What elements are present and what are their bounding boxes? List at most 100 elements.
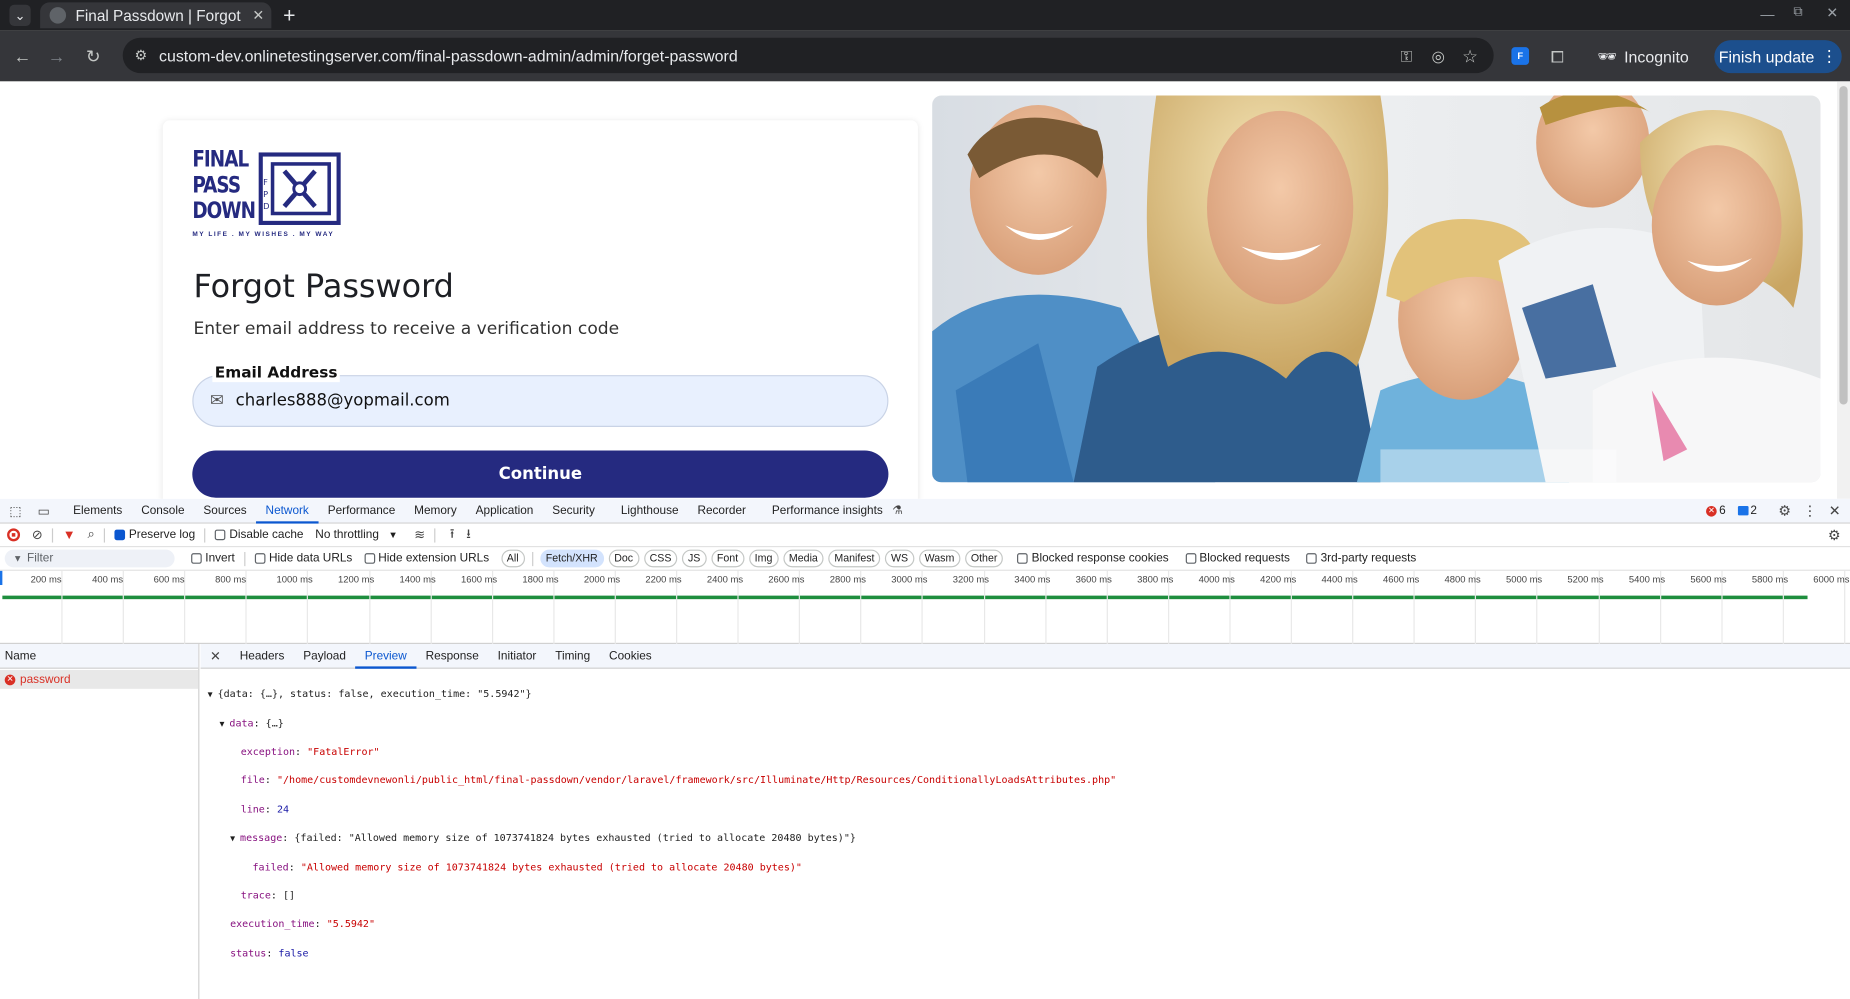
detail-tab-timing[interactable]: Timing (546, 643, 600, 668)
detail-tab-initiator[interactable]: Initiator (488, 643, 546, 668)
third-party-requests-checkbox[interactable]: 3rd-party requests (1306, 552, 1416, 565)
eye-off-icon[interactable]: ◎ (1426, 45, 1450, 69)
network-conditions-icon[interactable]: ≋ (414, 527, 425, 542)
close-window-icon[interactable]: ✕ (1826, 5, 1838, 22)
filter-input[interactable]: ▼ Filter (4, 549, 175, 568)
tab-search-chevron-icon[interactable]: ⌄ (9, 4, 31, 26)
request-row-password[interactable]: ✕ password (0, 669, 199, 689)
browser-tab[interactable]: Final Passdown | Forgot P ✕ (40, 2, 272, 29)
timeline-tick-label: 5400 ms (1628, 574, 1666, 586)
devtools-tab-performance[interactable]: Performance (318, 498, 404, 523)
throttling-select[interactable]: No throttling ▼ (315, 528, 397, 541)
preserve-log-checkbox[interactable]: Preserve log (114, 528, 195, 541)
type-filter-wasm[interactable]: Wasm (918, 549, 961, 568)
timeline-tick-label: 800 ms (215, 574, 247, 586)
type-filter-all[interactable]: All (500, 549, 525, 568)
message-summary: {failed: "Allowed memory size of 1073741… (294, 832, 856, 845)
logo-tagline: MY LIFE . MY WISHES . MY WAY (192, 231, 335, 239)
back-icon[interactable]: ← (11, 45, 35, 69)
detail-tab-response[interactable]: Response (416, 643, 488, 668)
invert-checkbox[interactable]: Invert (191, 552, 235, 565)
inspect-element-icon[interactable]: ⬚ (0, 503, 31, 518)
close-devtools-icon[interactable]: ✕ (1829, 502, 1841, 519)
clear-icon[interactable]: ⊘ (32, 527, 43, 542)
more-options-icon[interactable]: ⋮ (1803, 502, 1817, 519)
type-filter-doc[interactable]: Doc (608, 549, 639, 568)
disable-cache-checkbox[interactable]: Disable cache (215, 528, 303, 541)
type-filter-other[interactable]: Other (964, 549, 1004, 568)
devtools-tab-elements[interactable]: Elements (64, 498, 132, 523)
extensions-puzzle-icon[interactable]: ⧠ (1546, 45, 1570, 69)
root-summary: {data: {…}, status: false, execution_tim… (217, 689, 532, 701)
forward-icon[interactable]: → (45, 45, 69, 69)
hide-data-urls-checkbox[interactable]: Hide data URLs (254, 552, 352, 565)
continue-button[interactable]: Continue (192, 450, 889, 498)
settings-gear-icon[interactable]: ⚙ (1778, 502, 1791, 519)
file-value: "/home/customdevnewonli/public_html/fina… (276, 775, 1117, 788)
devtools-tab-application[interactable]: Application (466, 498, 543, 523)
export-har-icon[interactable]: ⭳ (466, 524, 471, 546)
detail-tab-bar: ✕ Headers Payload Preview Response Initi… (200, 643, 1850, 669)
timeline-tick-label: 3000 ms (891, 574, 928, 586)
preview-root[interactable]: ▼ {data: {…}, status: false, execution_t… (208, 688, 1117, 702)
devtools-tab-lighthouse[interactable]: Lighthouse (611, 498, 688, 523)
minimize-icon[interactable]: — (1760, 6, 1774, 23)
extension-icon[interactable]: F (1511, 47, 1530, 65)
timeline-tick-label: 4600 ms (1383, 574, 1420, 586)
device-toolbar-icon[interactable]: ▭ (31, 503, 57, 518)
detail-tab-cookies[interactable]: Cookies (600, 643, 662, 668)
type-filter-manifest[interactable]: Manifest (828, 549, 881, 568)
email-label: Email Address (212, 364, 340, 383)
failed-value: "Allowed memory size of 1073741824 bytes… (300, 861, 802, 874)
bookmark-star-icon[interactable]: ☆ (1458, 45, 1482, 69)
devtools-tab-network[interactable]: Network (256, 498, 319, 524)
filter-funnel-icon[interactable]: ▼ (63, 528, 76, 542)
devtools-tab-console[interactable]: Console (132, 498, 194, 523)
timeline-tick-label: 5600 ms (1690, 574, 1727, 586)
name-column-header[interactable]: Name (0, 643, 199, 669)
detail-tab-preview[interactable]: Preview (355, 643, 417, 669)
type-filter-img[interactable]: Img (748, 549, 779, 568)
address-bar[interactable]: ⚙ custom-dev.onlinetestingserver.com/fin… (122, 37, 1494, 74)
close-tab-icon[interactable]: ✕ (252, 7, 264, 24)
incognito-indicator[interactable]: 🕶 Incognito (1598, 41, 1689, 72)
type-filter-font[interactable]: Font (711, 549, 745, 568)
devtools-tab-sources[interactable]: Sources (194, 498, 256, 523)
message-count-badge[interactable]: 2 (1737, 504, 1757, 517)
hide-extension-urls-checkbox[interactable]: Hide extension URLs (364, 552, 489, 565)
type-filter-ws[interactable]: WS (885, 549, 915, 568)
email-value: charles888@yopmail.com (235, 391, 450, 411)
email-field[interactable]: ✉ charles888@yopmail.com (192, 375, 889, 427)
search-icon[interactable]: ⌕ (87, 527, 94, 542)
detail-tab-headers[interactable]: Headers (230, 643, 293, 668)
network-timeline-overview[interactable]: 200 ms 400 ms 600 ms 800 ms 1000 ms 1200 ms 14… (0, 570, 1850, 644)
import-har-icon[interactable]: ⭱ (450, 524, 455, 546)
filter-placeholder: Filter (27, 551, 54, 565)
page-scrollbar[interactable] (1837, 81, 1850, 499)
close-detail-icon[interactable]: ✕ (210, 648, 221, 663)
record-stop-icon[interactable] (7, 528, 21, 542)
detail-tab-payload[interactable]: Payload (294, 643, 356, 668)
network-settings-icon[interactable]: ⚙ (1828, 527, 1841, 544)
devtools-tab-security[interactable]: Security (543, 498, 604, 523)
devtools-tab-recorder[interactable]: Recorder (688, 498, 755, 523)
data-summary: {…} (265, 717, 284, 730)
site-info-icon[interactable]: ⚙ (135, 47, 148, 64)
finish-update-button[interactable]: Finish update ⋮ (1714, 40, 1842, 74)
reload-icon[interactable]: ↻ (81, 45, 105, 69)
type-filter-fetch-xhr[interactable]: Fetch/XHR (539, 549, 604, 568)
error-count-badge[interactable]: ✕ 6 (1706, 504, 1726, 517)
password-key-icon[interactable]: ⚿ (1395, 45, 1419, 69)
type-filter-media[interactable]: Media (783, 549, 824, 568)
preview-data-node[interactable]: ▼ data: {…} (208, 717, 1117, 731)
new-tab-icon[interactable]: + (283, 4, 295, 28)
type-filter-css[interactable]: CSS (643, 549, 678, 568)
blocked-response-cookies-checkbox[interactable]: Blocked response cookies (1017, 552, 1169, 565)
devtools-tab-performance-insights[interactable]: Performance insights (762, 498, 892, 523)
page-viewport: FINAL PASS DOWN F P D MY LIFE . MY WISHE… (0, 81, 1850, 499)
blocked-requests-checkbox[interactable]: Blocked requests (1185, 552, 1290, 565)
devtools-tab-memory[interactable]: Memory (405, 498, 466, 523)
restore-icon[interactable]: ⧉ (1793, 5, 1802, 20)
preview-message-node[interactable]: ▼ message: {failed: "Allowed memory size… (208, 832, 1117, 846)
type-filter-js[interactable]: JS (682, 549, 707, 568)
